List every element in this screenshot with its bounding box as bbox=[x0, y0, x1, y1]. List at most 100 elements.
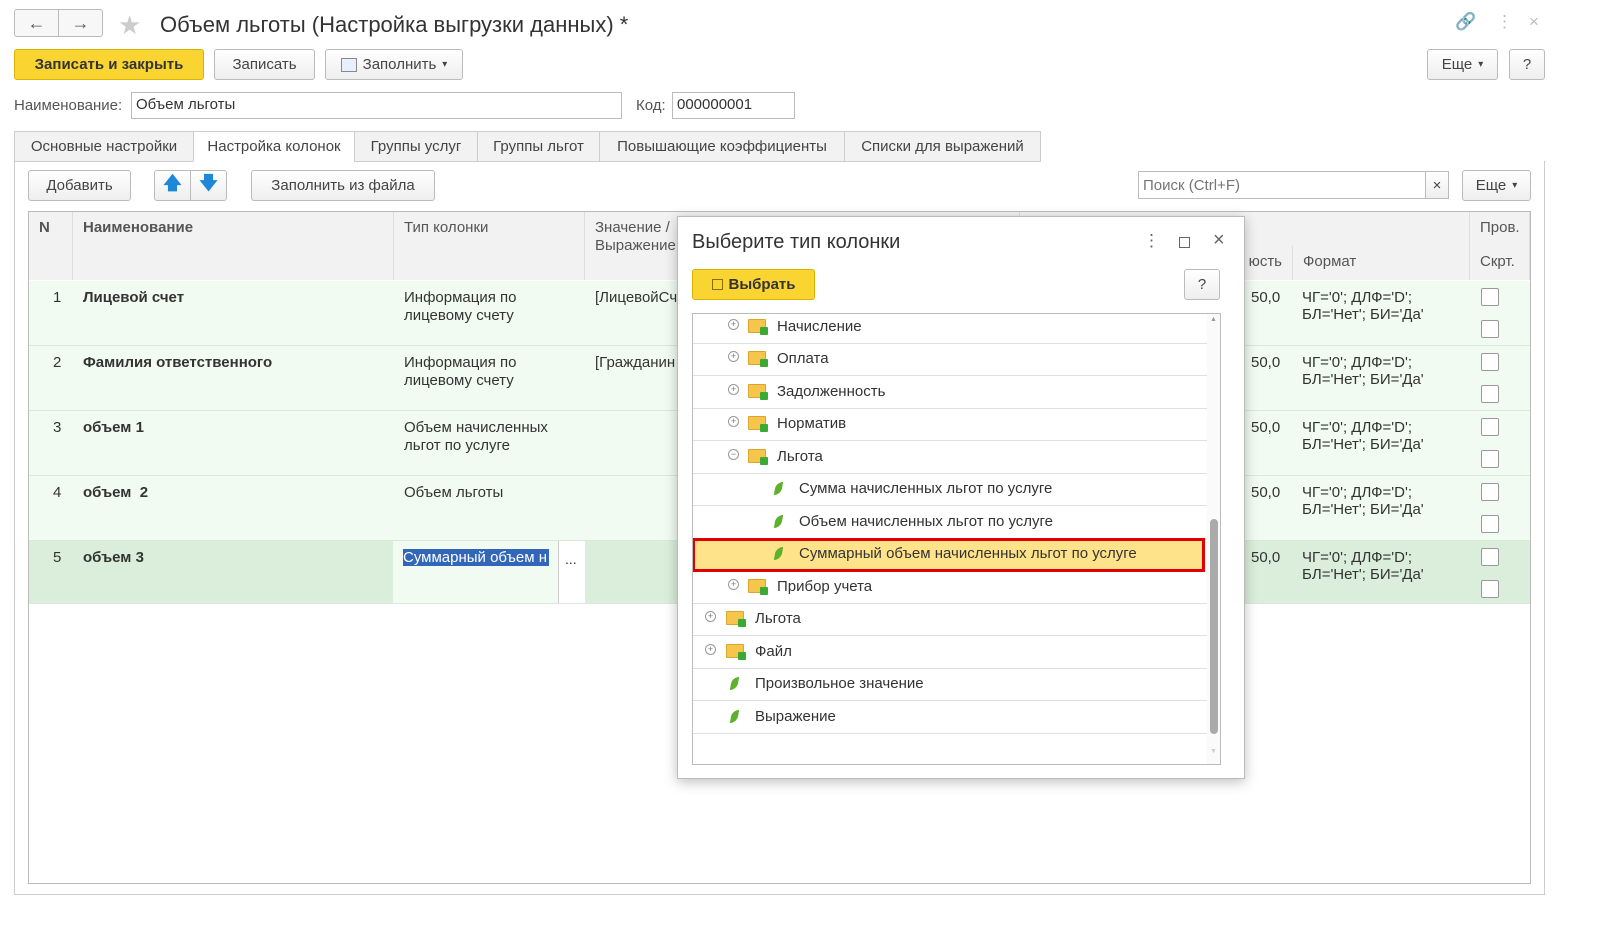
hide-checkbox[interactable] bbox=[1481, 385, 1499, 403]
forward-button[interactable]: → bbox=[58, 9, 103, 37]
expand-icon[interactable]: + bbox=[728, 319, 739, 330]
check-checkbox[interactable] bbox=[1481, 288, 1499, 306]
folder-icon bbox=[748, 449, 768, 465]
folder-icon bbox=[748, 416, 768, 432]
header-n[interactable]: N bbox=[29, 212, 73, 280]
save-button[interactable]: Записать bbox=[214, 49, 315, 80]
help-button[interactable]: ? bbox=[1509, 49, 1545, 80]
row-number: 3 bbox=[53, 419, 62, 436]
type-editor-text[interactable]: Суммарный объем н bbox=[403, 549, 549, 566]
scroll-thumb[interactable] bbox=[1210, 519, 1218, 734]
folder-icon bbox=[726, 644, 746, 660]
folder-icon bbox=[748, 384, 768, 400]
arrow-right-icon: → bbox=[71, 12, 90, 33]
scroll-up-icon[interactable]: ▲ bbox=[1210, 316, 1217, 323]
tree-item[interactable]: + Задолженность bbox=[693, 376, 1207, 409]
add-button[interactable]: Добавить bbox=[28, 170, 131, 201]
expand-icon[interactable]: + bbox=[705, 611, 716, 622]
leaf-icon bbox=[773, 515, 784, 528]
tab-column-settings[interactable]: Настройка колонок bbox=[193, 131, 355, 162]
folder-icon bbox=[748, 351, 768, 367]
close-icon[interactable]: × bbox=[1529, 12, 1539, 32]
expand-icon[interactable]: + bbox=[728, 384, 739, 395]
column-type-tree[interactable]: + Начисление + Оплата + Задолженность + Норм… bbox=[692, 313, 1221, 765]
tab-benefit-groups[interactable]: Группы льгот bbox=[477, 131, 600, 162]
row-number: 5 bbox=[53, 549, 62, 566]
header-hide[interactable]: Скрт. bbox=[1470, 246, 1530, 280]
hide-checkbox[interactable] bbox=[1481, 320, 1499, 338]
header-format[interactable]: Формат bbox=[1293, 246, 1470, 280]
maximize-icon[interactable] bbox=[1179, 237, 1190, 248]
row-number: 4 bbox=[53, 484, 62, 501]
header-check[interactable]: Пров. bbox=[1470, 212, 1530, 247]
save-close-button[interactable]: Записать и закрыть bbox=[14, 49, 204, 80]
type-select-button[interactable]: ... bbox=[559, 541, 585, 603]
row-value: [Гражданин bbox=[595, 354, 676, 371]
row-length: 50,0 bbox=[1251, 354, 1281, 371]
tree-item[interactable]: Объем начисленных льгот по услуге bbox=[693, 506, 1207, 539]
link-icon[interactable]: 🔗 bbox=[1455, 12, 1476, 32]
header-type[interactable]: Тип колонки bbox=[394, 212, 585, 280]
tree-item[interactable]: Сумма начисленных льгот по услуге bbox=[693, 473, 1207, 506]
check-checkbox[interactable] bbox=[1481, 483, 1499, 501]
arrow-down-icon: 🡇 bbox=[199, 172, 218, 193]
tab-service-groups[interactable]: Группы услуг bbox=[354, 131, 478, 162]
leaf-icon bbox=[729, 710, 740, 723]
collapse-icon[interactable]: − bbox=[728, 449, 739, 460]
tree-item[interactable]: + Льгота bbox=[693, 603, 1207, 636]
tab-main-settings[interactable]: Основные настройки bbox=[14, 131, 194, 162]
tree-scrollbar[interactable]: ▲ ▼ bbox=[1207, 314, 1220, 764]
move-down-button[interactable]: 🡇 bbox=[190, 170, 227, 201]
type-editor[interactable]: Суммарный объем н bbox=[393, 541, 559, 603]
row-value: [ЛицевойСч bbox=[595, 289, 678, 306]
tree-item[interactable]: + Оплата bbox=[693, 343, 1207, 376]
more-vertical-icon[interactable]: ⋮ bbox=[1496, 12, 1513, 32]
row-length: 50,0 bbox=[1251, 419, 1281, 436]
row-type: Информация по лицевому счету bbox=[404, 289, 517, 324]
dialog-help-button[interactable]: ? bbox=[1184, 269, 1220, 300]
scroll-down-icon[interactable]: ▼ bbox=[1210, 748, 1217, 755]
back-button[interactable]: ← bbox=[14, 9, 59, 37]
check-checkbox[interactable] bbox=[1481, 353, 1499, 371]
expand-icon[interactable]: + bbox=[728, 351, 739, 362]
tree-item[interactable]: + Начисление bbox=[693, 314, 1207, 344]
tab-coefficients[interactable]: Повышающие коэффициенты bbox=[599, 131, 845, 162]
search-input[interactable] bbox=[1138, 171, 1426, 199]
tree-item-selected[interactable]: Суммарный объем начисленных льгот по усл… bbox=[693, 538, 1205, 572]
row-format: ЧГ='0'; ДЛФ='D'; БЛ='Нет'; БИ='Да' bbox=[1302, 484, 1424, 518]
folder-icon bbox=[748, 579, 768, 595]
name-field[interactable]: Объем льготы bbox=[131, 92, 622, 119]
tree-item[interactable]: + Норматив bbox=[693, 408, 1207, 441]
check-checkbox[interactable] bbox=[1481, 418, 1499, 436]
tree-item[interactable]: − Льгота bbox=[693, 441, 1207, 474]
tree-item[interactable]: Произвольное значение bbox=[693, 668, 1207, 701]
fill-button[interactable]: Заполнить ▾ bbox=[325, 49, 463, 80]
hide-checkbox[interactable] bbox=[1481, 515, 1499, 533]
hide-checkbox[interactable] bbox=[1481, 580, 1499, 598]
more-vertical-icon[interactable]: ⋮ bbox=[1143, 231, 1160, 251]
header-name[interactable]: Наименование bbox=[73, 212, 394, 280]
check-checkbox[interactable] bbox=[1481, 548, 1499, 566]
folder-icon bbox=[726, 611, 746, 627]
leaf-icon bbox=[773, 547, 784, 560]
hide-checkbox[interactable] bbox=[1481, 450, 1499, 468]
row-name: объем 1 bbox=[83, 419, 144, 436]
fill-from-file-button[interactable]: Заполнить из файла bbox=[251, 170, 435, 201]
tree-item[interactable]: Выражение bbox=[693, 701, 1207, 734]
close-icon[interactable]: × bbox=[1213, 229, 1225, 252]
tree-item[interactable]: + Прибор учета bbox=[693, 571, 1207, 604]
select-icon bbox=[711, 279, 723, 290]
row-format: ЧГ='0'; ДЛФ='D'; БЛ='Нет'; БИ='Да' bbox=[1302, 354, 1424, 388]
more-button[interactable]: Еще ▾ bbox=[1427, 49, 1498, 80]
tab-expression-lists[interactable]: Списки для выражений bbox=[844, 131, 1041, 162]
expand-icon[interactable]: + bbox=[728, 416, 739, 427]
table-more-button[interactable]: Еще ▾ bbox=[1462, 170, 1531, 201]
move-up-button[interactable]: 🡅 bbox=[154, 170, 191, 201]
expand-icon[interactable]: + bbox=[705, 644, 716, 655]
select-button[interactable]: Выбрать bbox=[692, 269, 815, 300]
tree-item[interactable]: + Файл bbox=[693, 636, 1207, 669]
expand-icon[interactable]: + bbox=[728, 579, 739, 590]
code-field[interactable]: 000000001 bbox=[672, 92, 795, 119]
clear-search-button[interactable]: × bbox=[1425, 171, 1449, 199]
favorite-star-icon[interactable]: ★ bbox=[118, 10, 141, 41]
